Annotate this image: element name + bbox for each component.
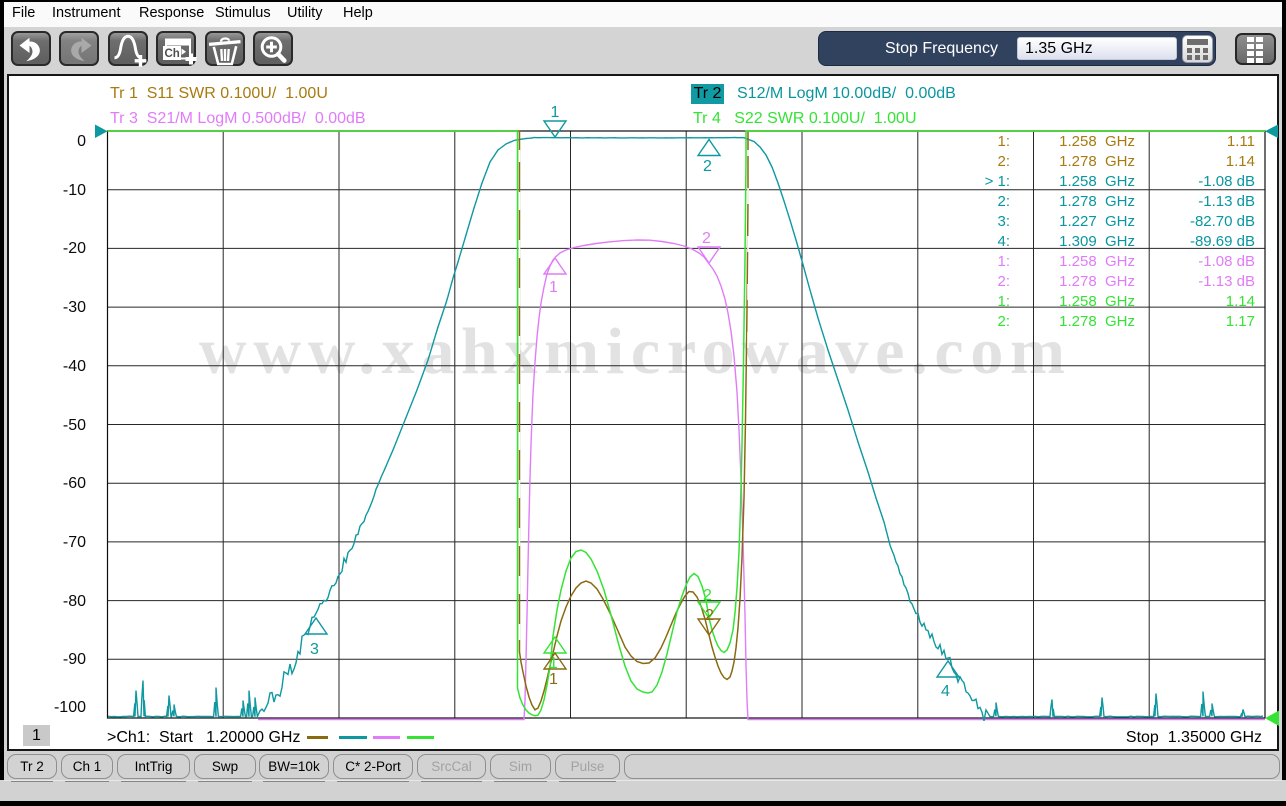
svg-text:1: 1 (549, 671, 558, 688)
svg-text:2: 2 (703, 158, 712, 175)
svg-text:1: 1 (551, 104, 560, 121)
svg-text:2: 2 (705, 607, 714, 624)
svg-text:3: 3 (310, 641, 319, 658)
svg-text:4: 4 (941, 683, 950, 700)
svg-text:2: 2 (702, 230, 711, 247)
svg-text:2: 2 (703, 587, 712, 604)
svg-text:1: 1 (549, 279, 558, 296)
